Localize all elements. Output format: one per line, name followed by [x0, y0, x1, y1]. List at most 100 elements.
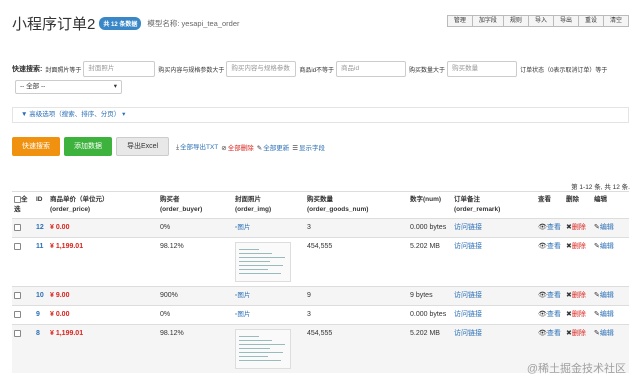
row-delete[interactable]: ✖删除 [564, 305, 592, 325]
row-checkbox[interactable] [14, 291, 21, 299]
row-num: 3 [305, 305, 408, 325]
select-all-checkbox[interactable] [14, 195, 21, 203]
filter-input-content[interactable]: 购买内容与规格参数 [226, 61, 297, 77]
delete-link[interactable]: 删除 [572, 292, 586, 299]
status-select[interactable]: -- 全部 -- ▾ [15, 80, 122, 94]
advanced-options-toggle[interactable]: ▼ 高级选项（搜索、排序、分页） ▾ [12, 107, 629, 123]
export-txt-link[interactable]: ⤓全部导出TXT [176, 141, 218, 152]
edit-link[interactable]: 编辑 [600, 330, 614, 337]
row-id[interactable]: 8 [34, 324, 48, 373]
add-data-button[interactable]: 添加数据 [64, 137, 112, 156]
manage-button[interactable]: 管理 [446, 15, 473, 27]
remark-link[interactable]: 访问链接 [454, 330, 482, 337]
row-checkbox[interactable] [14, 310, 21, 318]
quick-search-button[interactable]: 快速搜索 [12, 137, 60, 156]
row-view[interactable]: 👁查看 [536, 237, 564, 287]
col-num[interactable]: 购买数量 (order_goods_num) [305, 191, 408, 219]
table-header: 全选 ID 商品单价（单位元） (order_price) 购买者 (order_b… [12, 191, 629, 219]
record-count-badge: 共 12 条数据 [99, 16, 142, 30]
rules-button[interactable]: 规则 [502, 15, 529, 27]
delete-link[interactable]: 删除 [572, 243, 586, 250]
filter-input-goods-id[interactable]: 商品id [336, 61, 407, 77]
cover-image-link[interactable]: ▫图片 [235, 292, 250, 299]
row-price-value: ¥ 0.00 [50, 224, 70, 231]
view-link[interactable]: 查看 [547, 224, 561, 231]
row-id-link[interactable]: 8 [36, 330, 40, 337]
row-delete[interactable]: ✖删除 [564, 218, 592, 238]
page-title: 小程序订单2 [12, 15, 96, 33]
remark-link[interactable]: 访问链接 [454, 311, 482, 318]
row-delete[interactable]: ✖删除 [564, 237, 592, 287]
row-checkbox[interactable] [14, 242, 21, 250]
view-link[interactable]: 查看 [547, 311, 561, 318]
delete-link[interactable]: 删除 [572, 311, 586, 318]
row-view[interactable]: 👁查看 [536, 286, 564, 306]
update-all-link[interactable]: ✎全部更新 [257, 142, 289, 152]
row-checkbox[interactable] [14, 329, 21, 337]
delete-all-link[interactable]: ⊘全部删除 [221, 142, 253, 152]
row-buyer: 0% [158, 305, 233, 325]
filter-label-num: 购买数量大于 [409, 67, 446, 74]
edit-icon: ✎ [256, 144, 263, 152]
row-delete[interactable]: ✖删除 [564, 286, 592, 306]
filter-input-num[interactable]: 购买数量 [447, 61, 518, 77]
col-select-all[interactable]: 全选 [12, 191, 34, 219]
view-link[interactable]: 查看 [547, 292, 561, 299]
update-all-label: 全部更新 [263, 144, 290, 152]
row-price-value: ¥ 1,199.01 [50, 243, 84, 250]
remark-link[interactable]: 访问链接 [454, 292, 482, 299]
row-id[interactable]: 10 [34, 286, 48, 306]
cover-image-link[interactable]: ▫图片 [235, 224, 250, 231]
row-id[interactable]: 9 [34, 305, 48, 325]
col-digit[interactable]: 数字(num) [408, 191, 452, 219]
row-edit[interactable]: ✎编辑 [592, 218, 629, 238]
row-id-link[interactable]: 12 [36, 224, 44, 231]
export-excel-button[interactable]: 导出Excel [116, 137, 170, 156]
import-button[interactable]: 导入 [527, 15, 554, 27]
col-id[interactable]: ID [34, 191, 48, 219]
row-checkbox[interactable] [14, 223, 21, 231]
reset-button[interactable]: 重设 [577, 15, 604, 27]
col-img[interactable]: 封面照片 (order_img) [233, 191, 305, 219]
row-id-link[interactable]: 9 [36, 311, 40, 318]
cover-thumbnail[interactable] [235, 242, 291, 282]
remark-link[interactable]: 访问链接 [454, 224, 482, 231]
export-button[interactable]: 导出 [552, 15, 579, 27]
watermark: @稀土掘金技术社区 [526, 363, 626, 375]
filter-label-goods-id: 商品id不等于 [299, 67, 335, 74]
delete-link[interactable]: 删除 [572, 330, 586, 337]
edit-link[interactable]: 编辑 [600, 224, 614, 231]
chevron-down-icon: ▾ [122, 111, 126, 118]
view-link[interactable]: 查看 [547, 330, 561, 337]
filter-input-img[interactable]: 封面照片 [83, 61, 156, 77]
col-view: 查看 [536, 191, 564, 219]
row-num: 3 [305, 218, 408, 238]
row-edit[interactable]: ✎编辑 [592, 305, 629, 325]
col-remark[interactable]: 订单备注 (order_remark) [452, 191, 536, 219]
delete-link[interactable]: 删除 [572, 224, 586, 231]
row-edit[interactable]: ✎编辑 [592, 286, 629, 306]
row-view[interactable]: 👁查看 [536, 305, 564, 325]
edit-link[interactable]: 编辑 [600, 311, 614, 318]
row-edit[interactable]: ✎编辑 [592, 237, 629, 287]
col-price[interactable]: 商品单价（单位元） (order_price) [48, 191, 158, 219]
cover-image-link[interactable]: ▫图片 [235, 311, 250, 318]
add-field-button[interactable]: 加字段 [471, 15, 504, 27]
cover-thumbnail[interactable] [235, 329, 291, 369]
row-digit: 5.202 MB [408, 237, 452, 287]
clear-button[interactable]: 清空 [602, 15, 629, 27]
row-buyer: 98.12% [158, 324, 233, 373]
filter-label-status: 订单状态（0表示取消订单）等于 [520, 67, 608, 74]
edit-link[interactable]: 编辑 [600, 292, 614, 299]
remark-link[interactable]: 访问链接 [454, 243, 482, 250]
row-id-link[interactable]: 11 [36, 243, 43, 250]
row-id[interactable]: 11 [34, 237, 48, 287]
view-link[interactable]: 查看 [547, 243, 561, 250]
edit-link[interactable]: 编辑 [600, 243, 614, 250]
filter-icon: ▼ [21, 111, 28, 118]
row-id[interactable]: 12 [34, 218, 48, 238]
row-id-link[interactable]: 10 [36, 292, 44, 299]
row-view[interactable]: 👁查看 [536, 218, 564, 238]
col-buyer[interactable]: 购买者 (order_buyer) [158, 191, 233, 219]
show-fields-link[interactable]: ☰显示字段 [292, 142, 325, 152]
